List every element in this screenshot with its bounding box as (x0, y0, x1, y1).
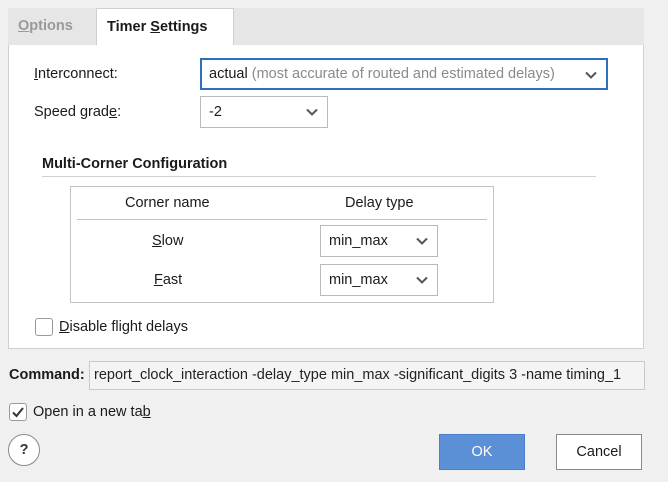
column-header-corner-name: Corner name (125, 195, 210, 211)
disable-flight-delays-checkbox[interactable] (35, 318, 53, 336)
delay-type-value: min_max (329, 272, 388, 288)
table-header-divider (77, 219, 487, 220)
corner-name-mnemonic: S (152, 233, 162, 249)
column-header-delay-type: Delay type (345, 195, 414, 211)
help-button[interactable]: ? (8, 434, 40, 466)
chevron-down-icon (306, 108, 318, 116)
interconnect-select[interactable]: actual (most accurate of routed and esti… (200, 58, 608, 90)
interconnect-hint: (most accurate of routed and estimated d… (251, 66, 555, 82)
speed-grade-select[interactable]: -2 (200, 96, 328, 128)
label-post: : (117, 104, 122, 120)
tab-label-post: ettings (159, 19, 208, 35)
corner-name-mnemonic: F (154, 272, 163, 288)
checkmark-icon (12, 407, 24, 418)
chevron-down-icon (416, 276, 428, 284)
delay-type-select-fast[interactable]: min_max (320, 264, 438, 296)
tab-label-mnemonic: O (18, 18, 30, 34)
help-icon: ? (19, 442, 29, 458)
speed-grade-value: -2 (209, 104, 222, 120)
section-divider (42, 176, 596, 177)
delay-type-value: min_max (329, 233, 388, 249)
tab-label-mnemonic: S (150, 19, 160, 35)
chevron-down-icon (585, 71, 597, 79)
command-field[interactable]: report_clock_interaction -delay_type min… (89, 361, 645, 390)
tab-options[interactable]: Options (8, 8, 96, 46)
disable-flight-delays-label: Disable flight delays (59, 319, 188, 335)
interconnect-value: actual (209, 66, 248, 82)
tab-timer-settings[interactable]: Timer Settings (96, 8, 234, 47)
checkbox-label-pre: Open in a new ta (33, 404, 143, 420)
interconnect-label: Interconnect: (34, 66, 118, 82)
checkbox-label-mnemonic: D (59, 319, 70, 335)
label-mnemonic: e (108, 104, 118, 120)
checkbox-label-mnemonic: b (142, 404, 151, 420)
corner-name-post: ast (162, 272, 183, 288)
corner-name-post: low (161, 233, 184, 249)
command-label: Command: (9, 367, 85, 383)
open-new-tab-checkbox[interactable] (9, 403, 27, 421)
checkbox-label-post: isable flight delays (69, 319, 188, 335)
label-post: nterconnect: (38, 66, 118, 82)
label-pre: Speed grad (34, 104, 109, 120)
corner-name-fast: Fast (154, 272, 182, 288)
speed-grade-label: Speed grade: (34, 104, 121, 120)
multi-corner-title: Multi-Corner Configuration (42, 156, 228, 172)
chevron-down-icon (416, 237, 428, 245)
corner-name-slow: Slow (152, 233, 183, 249)
open-new-tab-label: Open in a new tab (33, 404, 151, 420)
tab-label-pre: Timer (107, 19, 151, 35)
tab-bar: Options Timer Settings (8, 8, 644, 47)
delay-type-select-slow[interactable]: min_max (320, 225, 438, 257)
ok-button[interactable]: OK (439, 434, 525, 470)
tab-label-post: ptions (29, 18, 73, 34)
cancel-button[interactable]: Cancel (556, 434, 642, 470)
